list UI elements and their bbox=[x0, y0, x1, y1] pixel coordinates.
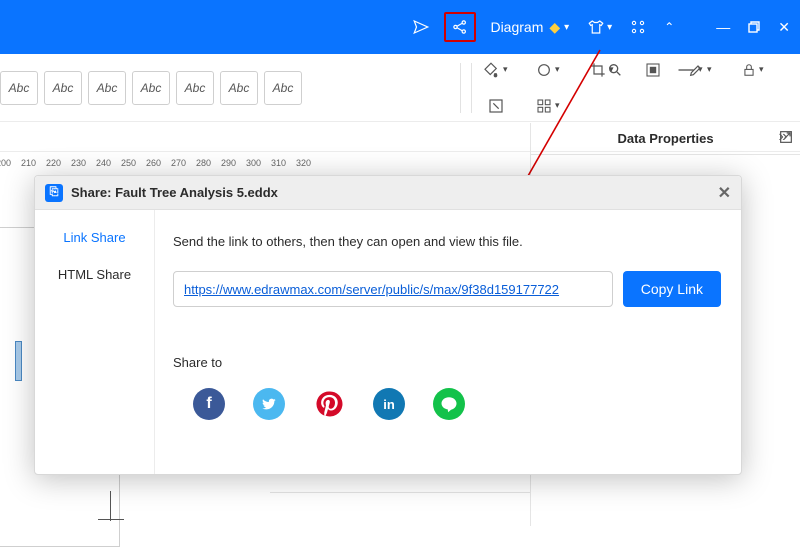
line-icon[interactable] bbox=[433, 388, 465, 420]
text-style-option[interactable]: Abc bbox=[220, 71, 258, 105]
toolbar: Abc Abc Abc Abc Abc Abc Abc ▾ ▾ ▾ ▾ ▾ ▾ … bbox=[0, 54, 800, 122]
tab-html-share[interactable]: HTML Share bbox=[58, 267, 131, 282]
layout-tool[interactable]: ▾ bbox=[536, 93, 580, 119]
restore-button[interactable] bbox=[744, 21, 764, 33]
right-panel-title: Data Properties bbox=[617, 131, 713, 146]
linkedin-icon[interactable]: in bbox=[373, 388, 405, 420]
copy-link-button[interactable]: Copy Link bbox=[623, 271, 721, 307]
shape-tool[interactable]: ▾ bbox=[536, 57, 580, 83]
right-panel-header: Data Properties bbox=[531, 123, 800, 155]
brush-tool[interactable]: ▾ bbox=[688, 57, 732, 83]
separator bbox=[270, 492, 530, 493]
diagram-dropdown[interactable]: Diagram ◆ ▾ bbox=[486, 19, 573, 36]
chevron-down-icon: ▾ bbox=[564, 22, 569, 33]
share-icon[interactable] bbox=[444, 12, 476, 42]
share-link[interactable]: https://www.edrawmax.com/server/public/s… bbox=[184, 282, 559, 297]
text-style-option[interactable]: Abc bbox=[44, 71, 82, 105]
lock-tool[interactable]: ▾ bbox=[742, 57, 786, 83]
canvas-connector[interactable] bbox=[110, 491, 111, 521]
select-area-icon[interactable] bbox=[639, 57, 667, 83]
social-row: f in bbox=[173, 388, 721, 420]
minimize-button[interactable]: — bbox=[712, 19, 734, 35]
share-dialog: ⎘ Share: Fault Tree Analysis 5.eddx ✕ Li… bbox=[34, 175, 742, 475]
fill-tool[interactable]: ▾ bbox=[482, 57, 526, 83]
facebook-icon[interactable]: f bbox=[193, 388, 225, 420]
close-icon[interactable]: ✕ bbox=[718, 183, 731, 203]
horizontal-ruler: 200210220230240250260270280290300310320 bbox=[0, 153, 530, 171]
share-content: Send the link to others, then they can o… bbox=[155, 210, 741, 474]
search-icon[interactable] bbox=[601, 57, 629, 83]
dialog-titlebar: ⎘ Share: Fault Tree Analysis 5.eddx ✕ bbox=[35, 176, 741, 210]
text-style-gallery: Abc Abc Abc Abc Abc Abc Abc bbox=[0, 71, 302, 105]
text-style-option[interactable]: Abc bbox=[0, 71, 38, 105]
apps-icon[interactable] bbox=[626, 19, 650, 35]
twitter-icon[interactable] bbox=[253, 388, 285, 420]
canvas-shape[interactable] bbox=[15, 341, 22, 381]
send-icon[interactable] bbox=[408, 18, 434, 36]
pinterest-icon[interactable] bbox=[313, 388, 345, 420]
expand-up-icon[interactable]: ⌃ bbox=[660, 20, 678, 34]
shirt-icon[interactable]: ▾ bbox=[583, 18, 616, 36]
app-icon: ⎘ bbox=[45, 184, 63, 202]
close-window-button[interactable]: ✕ bbox=[774, 19, 794, 36]
titlebar: Diagram ◆ ▾ ▾ ⌃ — ✕ bbox=[0, 0, 800, 54]
popout-icon[interactable] bbox=[778, 129, 794, 148]
canvas-connector[interactable] bbox=[98, 519, 124, 520]
diamond-icon: ◆ bbox=[549, 19, 560, 36]
fullscreen-icon[interactable] bbox=[482, 93, 510, 119]
share-description: Send the link to others, then they can o… bbox=[173, 234, 721, 249]
text-style-option[interactable]: Abc bbox=[176, 71, 214, 105]
dialog-title: Share: Fault Tree Analysis 5.eddx bbox=[71, 185, 278, 200]
share-tabs: Link Share HTML Share bbox=[35, 210, 155, 474]
text-style-option[interactable]: Abc bbox=[132, 71, 170, 105]
share-to-label: Share to bbox=[173, 355, 721, 370]
text-style-option[interactable]: Abc bbox=[264, 71, 302, 105]
tab-link-share[interactable]: Link Share bbox=[63, 230, 125, 245]
share-link-field[interactable]: https://www.edrawmax.com/server/public/s… bbox=[173, 271, 613, 307]
text-style-option[interactable]: Abc bbox=[88, 71, 126, 105]
diagram-label: Diagram bbox=[490, 19, 543, 35]
